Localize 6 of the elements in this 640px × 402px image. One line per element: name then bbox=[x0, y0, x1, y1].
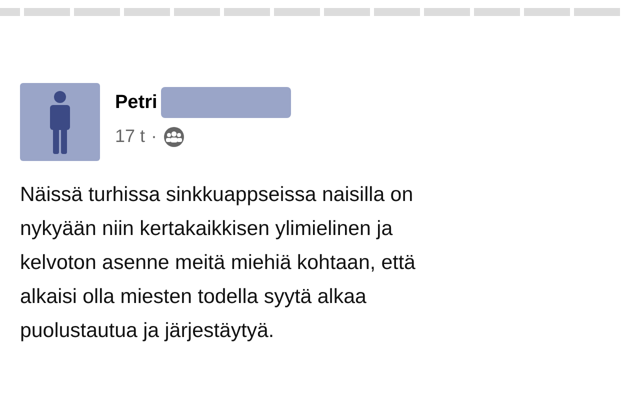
post-text: Näissä turhissa sinkkuappseissa naisilla on nykyään niin kertakaikkisen ylimielinen ja kelvoton asenne meitä miehiä kohtaan, että alkaisi olla miesten todella syytä alkaa puolustautua ja järjestäytyä. bbox=[20, 182, 416, 344]
person-icon bbox=[47, 90, 73, 154]
post-time[interactable]: 17 t bbox=[115, 123, 146, 150]
friends-icon bbox=[163, 126, 186, 148]
author-name[interactable]: Petri bbox=[115, 90, 158, 116]
separator: · bbox=[151, 125, 158, 148]
